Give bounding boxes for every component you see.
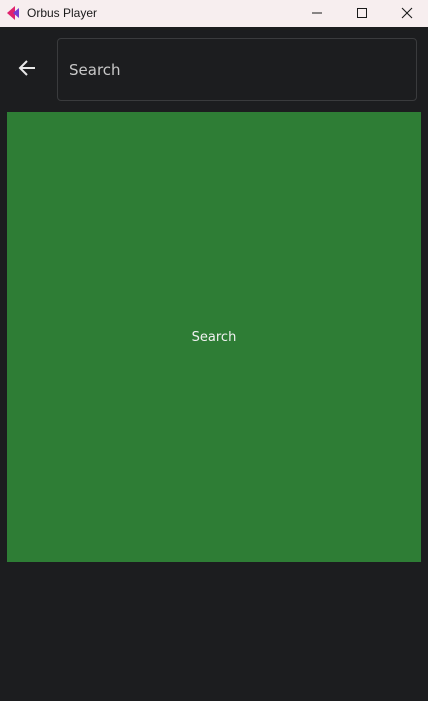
search-results-panel: Search xyxy=(7,112,421,562)
close-icon xyxy=(401,4,413,23)
window-title: Orbus Player xyxy=(27,6,98,20)
title-bar[interactable]: Orbus Player xyxy=(0,0,428,27)
orbus-logo-icon xyxy=(5,5,21,21)
minimize-icon xyxy=(311,4,323,23)
arrow-left-icon xyxy=(17,58,37,82)
app-window: Orbus Player Search Search xyxy=(0,0,428,701)
back-button[interactable] xyxy=(12,55,42,85)
maximize-button[interactable] xyxy=(339,0,385,27)
search-field[interactable] xyxy=(57,38,417,101)
minimize-button[interactable] xyxy=(294,0,340,27)
maximize-icon xyxy=(356,4,368,23)
panel-label: Search xyxy=(191,329,237,345)
close-button[interactable] xyxy=(384,0,428,27)
search-input[interactable] xyxy=(58,39,416,100)
